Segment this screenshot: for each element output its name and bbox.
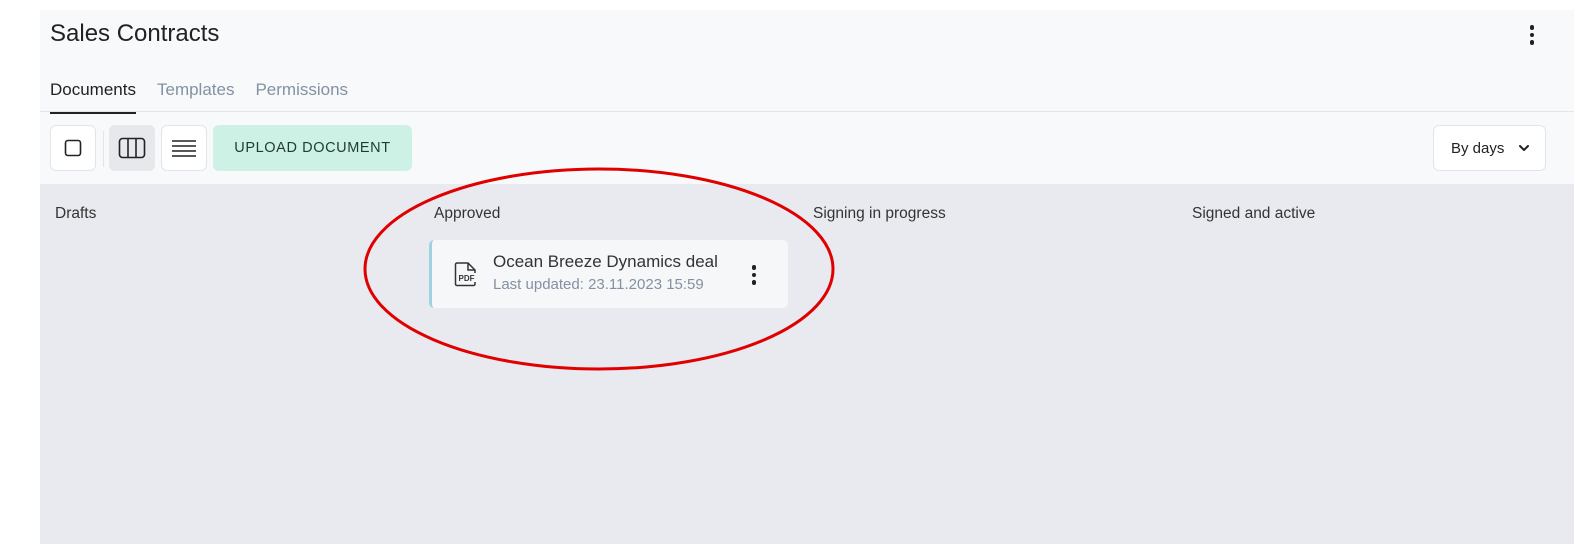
kanban-board: Drafts Approved Signing in progress Sign… (40, 184, 1574, 544)
document-updated: Last updated: 23.11.2023 15:59 (493, 276, 704, 293)
card-menu-button[interactable] (744, 260, 764, 290)
contracts-panel: Sales Contracts Documents Templates Perm… (40, 10, 1574, 544)
document-name: Ocean Breeze Dynamics deal (493, 252, 718, 271)
column-title-approved: Approved (434, 205, 501, 222)
page-title: Sales Contracts (50, 20, 220, 47)
group-by-value: By days (1451, 139, 1505, 157)
more-vertical-icon-dot (751, 280, 757, 285)
tab-templates[interactable]: Templates (157, 80, 234, 112)
list-view-icon (172, 140, 196, 157)
more-vertical-icon-dot (751, 272, 757, 278)
single-view-button[interactable] (50, 125, 96, 171)
column-title-drafts: Drafts (55, 205, 97, 222)
upload-document-button[interactable]: UPLOAD DOCUMENT (213, 125, 412, 171)
toolbar: UPLOAD DOCUMENT By days (50, 125, 1550, 173)
list-view-button[interactable] (161, 125, 207, 171)
tab-permissions[interactable]: Permissions (255, 80, 348, 112)
tab-bar: Documents Templates Permissions (50, 80, 348, 114)
more-vertical-icon (751, 265, 757, 270)
group-by-select[interactable]: By days (1433, 125, 1546, 171)
document-card[interactable]: PDF Ocean Breeze Dynamics deal Last upda… (429, 240, 788, 308)
columns-view-icon (118, 137, 146, 159)
tabs-divider (40, 111, 1574, 112)
pdf-file-icon: PDF (454, 262, 478, 287)
chevron-down-icon (1519, 145, 1530, 151)
more-vertical-icon (1529, 25, 1535, 30)
board-view-button[interactable] (109, 125, 155, 171)
column-title-signing: Signing in progress (813, 205, 946, 222)
column-title-signed: Signed and active (1192, 205, 1316, 222)
square-view-icon (64, 139, 82, 157)
toolbar-divider (103, 131, 104, 167)
more-vertical-icon-dot (1529, 40, 1535, 45)
svg-text:PDF: PDF (459, 274, 475, 283)
tab-documents[interactable]: Documents (50, 80, 136, 114)
more-vertical-icon-dot (1529, 32, 1535, 38)
more-menu-button[interactable] (1520, 20, 1544, 50)
